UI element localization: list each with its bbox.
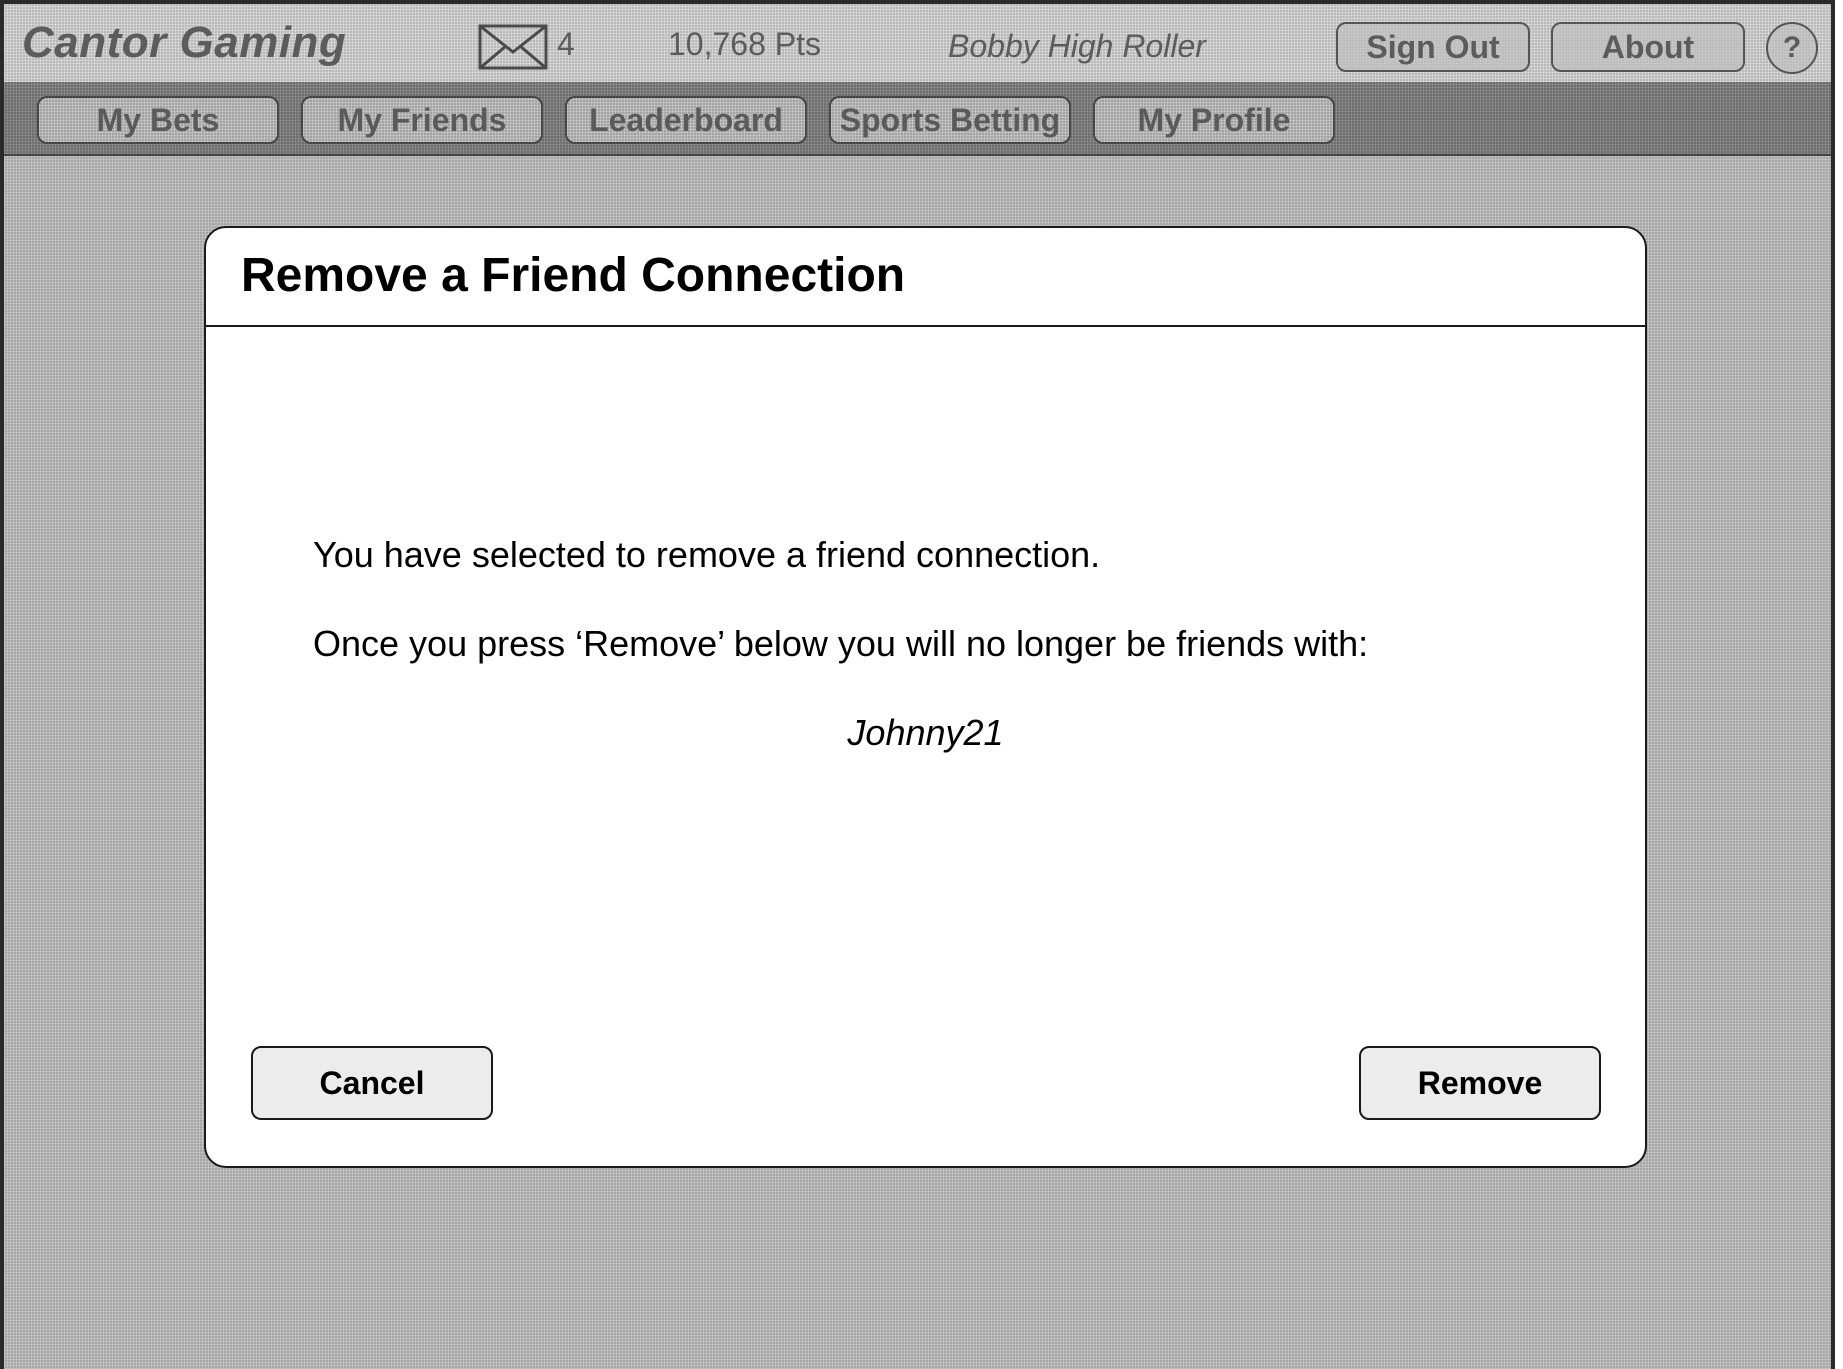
tab-my-bets[interactable]: My Bets <box>37 96 279 144</box>
friend-name: Johnny21 <box>847 712 1004 753</box>
points-balance: 10,768 Pts <box>668 26 821 62</box>
tab-my-friends[interactable]: My Friends <box>301 96 543 144</box>
tab-my-profile[interactable]: My Profile <box>1093 96 1335 144</box>
remove-button[interactable]: Remove <box>1359 1046 1601 1120</box>
envelope-icon[interactable] <box>478 24 548 70</box>
dialog-title: Remove a Friend Connection <box>241 249 906 302</box>
top-bar: Cantor Gaming 4 10,768 Pts Bobby High Ro… <box>4 4 1831 82</box>
dialog-message-confirm: Once you press ‘Remove’ below you will n… <box>313 623 1369 664</box>
help-icon[interactable]: ? <box>1766 22 1818 74</box>
sign-out-button[interactable]: Sign Out <box>1336 22 1530 72</box>
dialog-message: You have selected to remove a friend con… <box>313 534 1101 575</box>
message-count: 4 <box>557 26 575 62</box>
tab-leaderboard[interactable]: Leaderboard <box>565 96 807 144</box>
tab-sports-betting[interactable]: Sports Betting <box>829 96 1071 144</box>
cancel-button[interactable]: Cancel <box>251 1046 493 1120</box>
about-button[interactable]: About <box>1551 22 1745 72</box>
user-name: Bobby High Roller <box>948 28 1206 64</box>
app-window: Cantor Gaming 4 10,768 Pts Bobby High Ro… <box>0 0 1835 1369</box>
remove-friend-dialog: Remove a Friend Connection You have sele… <box>204 226 1647 1168</box>
dialog-header: Remove a Friend Connection <box>206 228 1645 327</box>
brand-logo: Cantor Gaming <box>22 18 347 67</box>
